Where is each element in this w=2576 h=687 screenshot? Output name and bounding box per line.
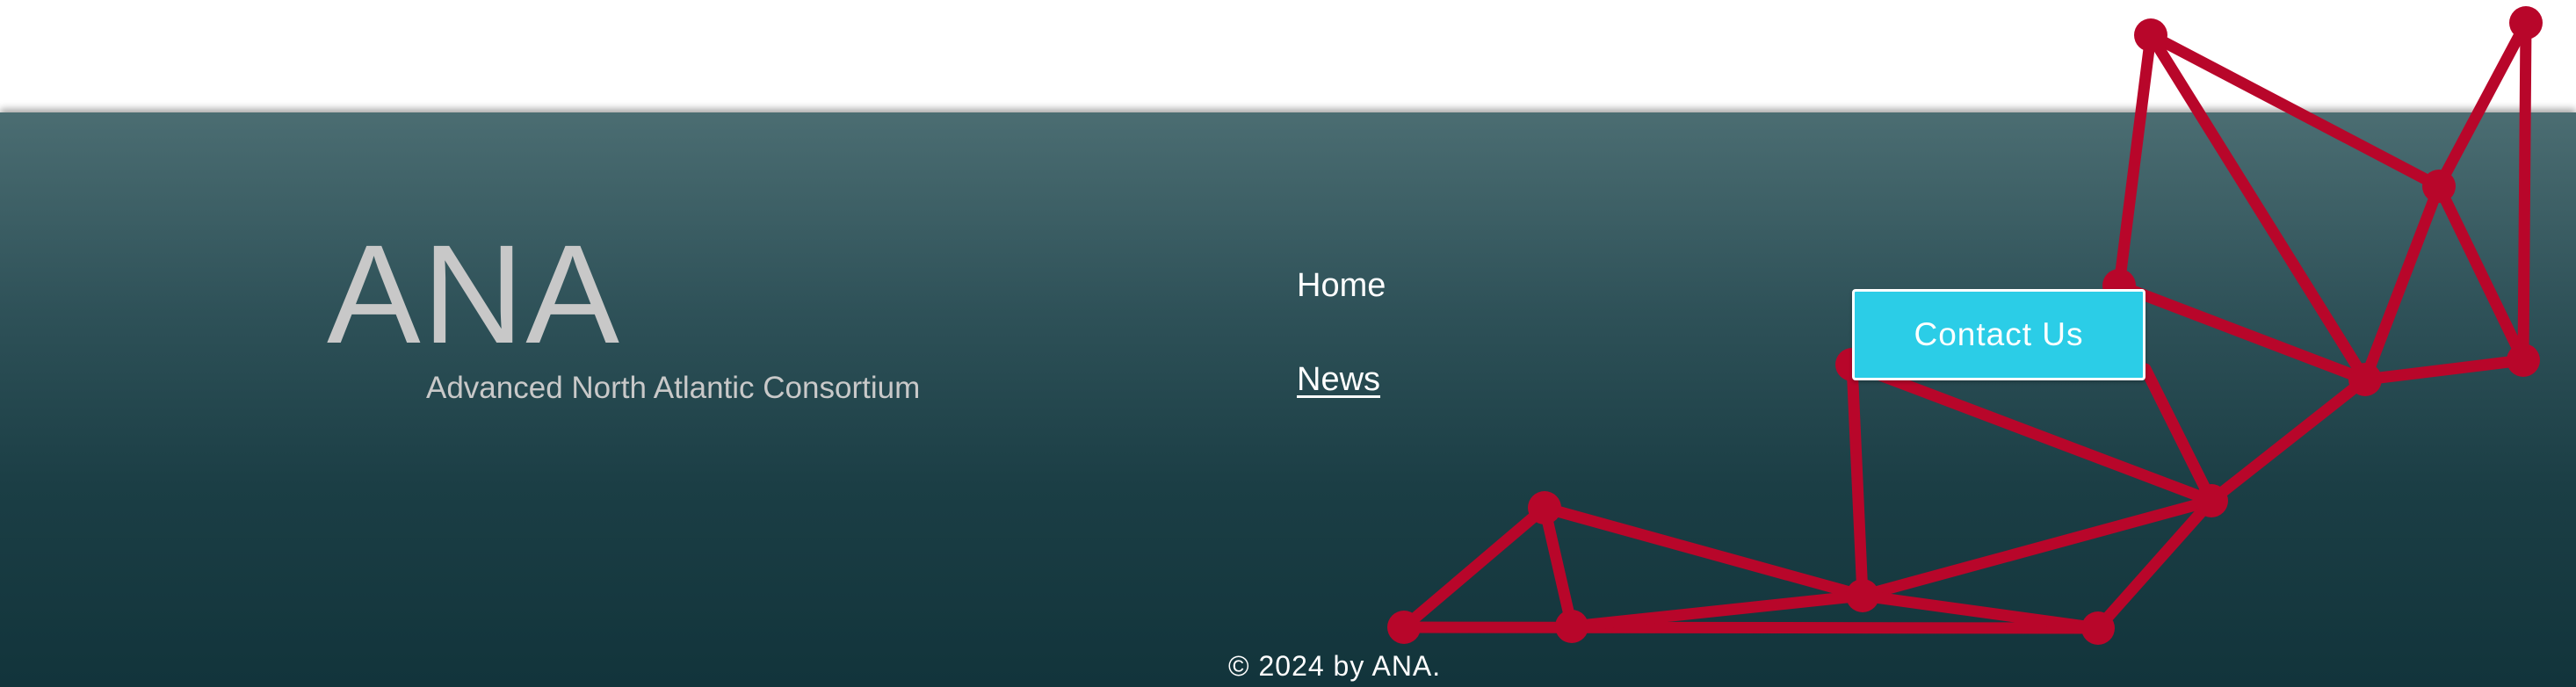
footer-band bbox=[0, 112, 2576, 687]
nav-link-news[interactable]: News bbox=[1297, 361, 1380, 399]
network-node bbox=[2509, 6, 2543, 40]
copyright-text: © 2024 by ANA. bbox=[1228, 650, 1442, 682]
brand-logo-title: ANA bbox=[327, 215, 621, 372]
contact-us-button[interactable]: Contact Us bbox=[1852, 289, 2145, 380]
nav-link-home[interactable]: Home bbox=[1297, 267, 1386, 305]
network-node bbox=[2134, 18, 2167, 52]
page: ANA Advanced North Atlantic Consortium H… bbox=[0, 0, 2576, 687]
brand-tagline: Advanced North Atlantic Consortium bbox=[426, 371, 921, 405]
